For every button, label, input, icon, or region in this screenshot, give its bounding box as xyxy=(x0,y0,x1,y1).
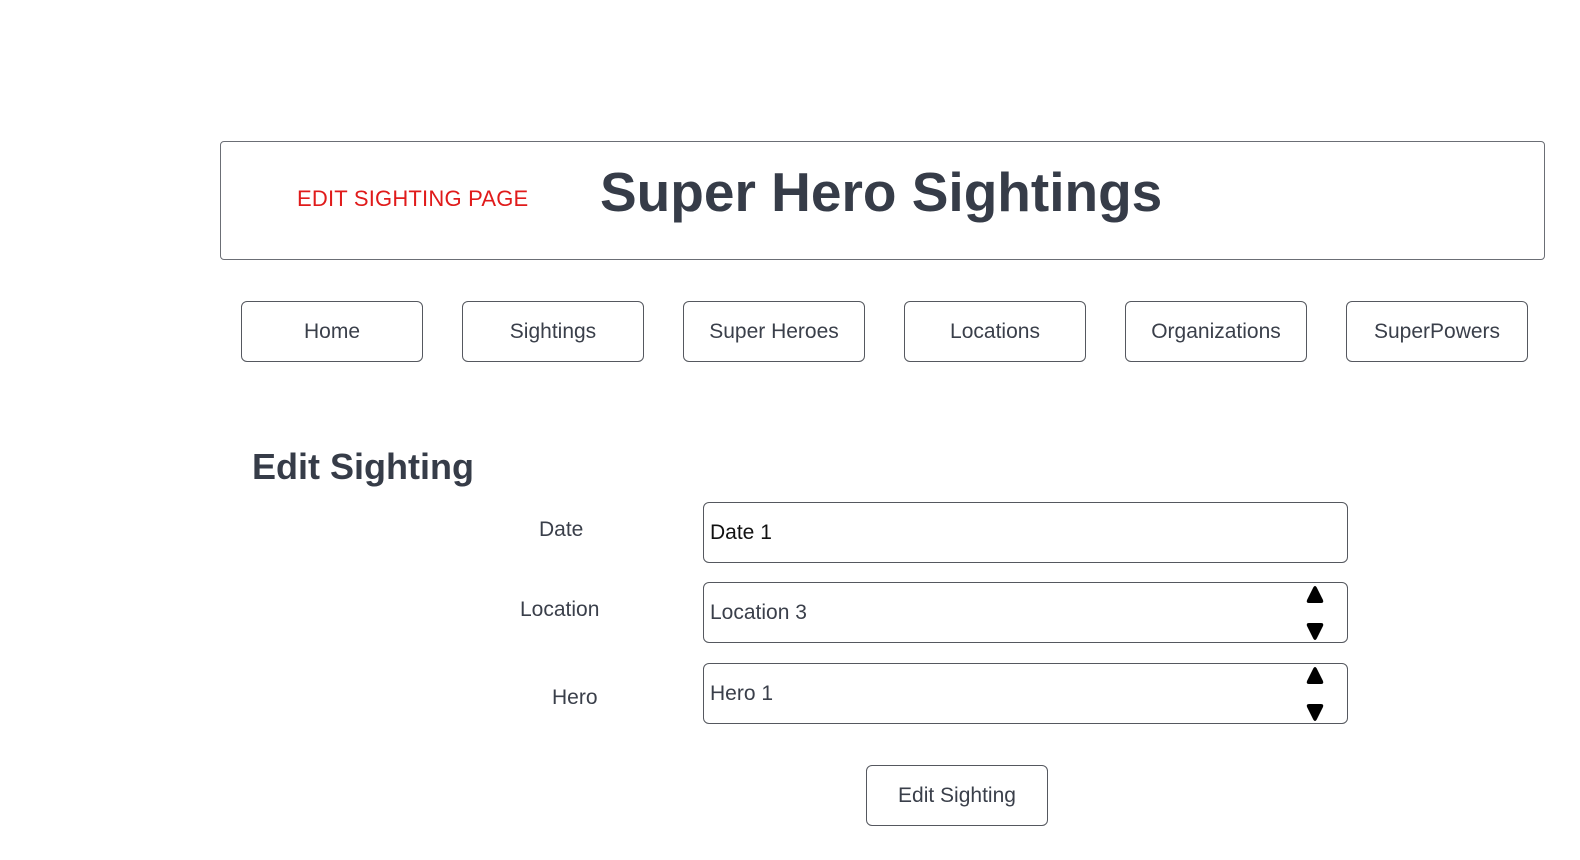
nav-super-heroes-button[interactable]: Super Heroes xyxy=(683,301,865,362)
triangle-down-icon[interactable] xyxy=(1305,702,1325,722)
location-select[interactable]: Location 3 xyxy=(703,582,1348,643)
location-label: Location xyxy=(520,598,600,621)
nav-sightings-button[interactable]: Sightings xyxy=(462,301,644,362)
triangle-up-icon[interactable] xyxy=(1305,666,1325,686)
location-spinner xyxy=(1305,585,1325,640)
hero-label: Hero xyxy=(552,686,598,709)
page-tag: EDIT SIGHTING PAGE xyxy=(297,186,529,211)
triangle-down-icon[interactable] xyxy=(1305,621,1325,641)
nav-locations-button[interactable]: Locations xyxy=(904,301,1086,362)
hero-spinner xyxy=(1305,666,1325,721)
date-field[interactable]: Date 1 xyxy=(703,502,1348,563)
hero-value: Hero 1 xyxy=(710,681,774,705)
nav-organizations-button[interactable]: Organizations xyxy=(1125,301,1307,362)
nav-home-button[interactable]: Home xyxy=(241,301,423,362)
date-label: Date xyxy=(539,518,584,541)
form-title: Edit Sighting xyxy=(252,446,474,487)
site-title: Super Hero Sightings xyxy=(600,161,1163,223)
hero-select[interactable]: Hero 1 xyxy=(703,663,1348,724)
triangle-up-icon[interactable] xyxy=(1305,585,1325,605)
edit-sighting-button[interactable]: Edit Sighting xyxy=(866,765,1048,826)
location-value: Location 3 xyxy=(710,600,807,624)
date-value: Date 1 xyxy=(710,520,772,544)
nav-superpowers-button[interactable]: SuperPowers xyxy=(1346,301,1528,362)
